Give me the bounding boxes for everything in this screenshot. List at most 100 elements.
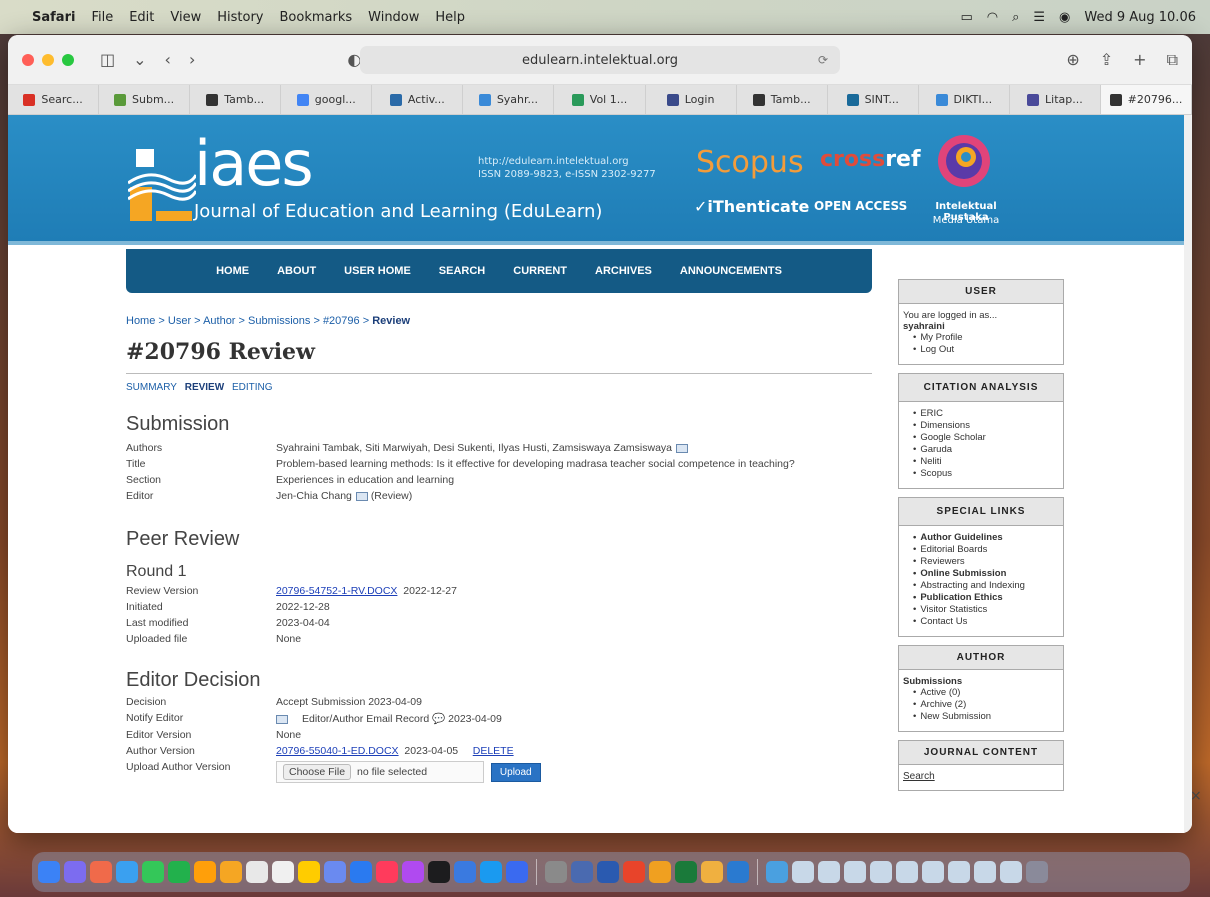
translate-reload-icon[interactable]: ⟳ <box>818 53 828 67</box>
citation-link-neliti[interactable]: Neliti <box>913 456 1059 468</box>
dock-app-icon[interactable] <box>649 861 671 883</box>
page-scrollbar[interactable] <box>1184 115 1192 833</box>
special-link-author-guidelines[interactable]: Author Guidelines <box>913 532 1059 544</box>
browser-tab[interactable]: googl... <box>281 85 373 114</box>
browser-tab[interactable]: Activ... <box>372 85 464 114</box>
dock-app-icon[interactable] <box>428 861 450 883</box>
dock-app-icon[interactable] <box>948 861 970 883</box>
share-icon[interactable]: ⇪ <box>1100 50 1113 70</box>
browser-tab[interactable]: Searc... <box>8 85 100 114</box>
file-input[interactable]: Choose File no file selected <box>276 761 484 783</box>
spotlight-icon[interactable]: ⌕ <box>1012 10 1019 25</box>
dock-app-icon[interactable] <box>922 861 944 883</box>
control-center-icon[interactable]: ☰ <box>1033 10 1045 25</box>
close-window-button[interactable] <box>22 53 34 66</box>
dock-app-icon[interactable] <box>38 861 60 883</box>
battery-icon[interactable]: ▭ <box>960 10 972 25</box>
menu-window[interactable]: Window <box>368 10 419 25</box>
email-editor-icon[interactable] <box>355 491 368 501</box>
special-link-reviewers[interactable]: Reviewers <box>913 556 1059 568</box>
menu-edit[interactable]: Edit <box>129 10 154 25</box>
special-link-contact-us[interactable]: Contact Us <box>913 616 1059 628</box>
subtab-review[interactable]: REVIEW <box>185 382 224 393</box>
special-link-abstracting[interactable]: Abstracting and Indexing <box>913 580 1059 592</box>
dock-app-icon[interactable] <box>727 861 749 883</box>
chevron-down-icon[interactable]: ⌄ <box>133 50 146 69</box>
breadcrumb-author[interactable]: Author <box>203 315 235 327</box>
dock-app-icon[interactable] <box>818 861 840 883</box>
new-tab-icon[interactable]: + <box>1133 50 1146 70</box>
special-link-visitor-statistics[interactable]: Visitor Statistics <box>913 604 1059 616</box>
dock-app-icon[interactable] <box>792 861 814 883</box>
tab-overview-icon[interactable]: ⧉ <box>1167 50 1178 70</box>
dock-app-icon[interactable] <box>766 861 788 883</box>
dock-app-icon[interactable] <box>324 861 346 883</box>
dock-app-icon[interactable] <box>974 861 996 883</box>
nav-home[interactable]: HOME <box>216 265 249 277</box>
wifi-icon[interactable]: ◠ <box>987 10 998 25</box>
menu-clock[interactable]: Wed 9 Aug 10.06 <box>1084 10 1196 25</box>
dock-app-icon[interactable] <box>454 861 476 883</box>
dock-app-icon[interactable] <box>220 861 242 883</box>
citation-link-google-scholar[interactable]: Google Scholar <box>913 432 1059 444</box>
zoom-window-button[interactable] <box>62 53 74 66</box>
browser-tab[interactable]: Litap... <box>1010 85 1101 114</box>
siri-icon[interactable]: ◉ <box>1059 10 1070 25</box>
breadcrumb-submissions[interactable]: Submissions <box>248 315 310 327</box>
menu-file[interactable]: File <box>91 10 113 25</box>
dock-app-icon[interactable] <box>116 861 138 883</box>
dock-app-icon[interactable] <box>168 861 190 883</box>
author-link-new-submission[interactable]: New Submission <box>913 711 1059 723</box>
dock-app-icon[interactable] <box>194 861 216 883</box>
log-out-link[interactable]: Log Out <box>913 344 1059 356</box>
my-profile-link[interactable]: My Profile <box>913 332 1059 344</box>
dock-app-icon[interactable] <box>272 861 294 883</box>
menu-history[interactable]: History <box>217 10 263 25</box>
subtab-summary[interactable]: SUMMARY <box>126 382 177 393</box>
journal-search-label[interactable]: Search <box>903 771 935 782</box>
menu-view[interactable]: View <box>170 10 201 25</box>
dock-app-icon[interactable] <box>1000 861 1022 883</box>
choose-file-button[interactable]: Choose File <box>283 764 352 780</box>
dock-app-icon[interactable] <box>376 861 398 883</box>
author-link-active[interactable]: Active (0) <box>913 687 1059 699</box>
citation-link-eric[interactable]: ERIC <box>913 408 1059 420</box>
subtab-editing[interactable]: EDITING <box>232 382 273 393</box>
browser-tab[interactable]: SINT... <box>828 85 919 114</box>
forward-icon[interactable]: › <box>189 50 195 69</box>
comment-icon[interactable]: 💬 <box>432 713 445 725</box>
breadcrumb-submission-id[interactable]: #20796 <box>323 315 360 327</box>
dock-app-icon[interactable] <box>623 861 645 883</box>
dock-app-icon[interactable] <box>571 861 593 883</box>
special-link-editorial-boards[interactable]: Editorial Boards <box>913 544 1059 556</box>
breadcrumb-user[interactable]: User <box>168 315 191 327</box>
dock-app-icon[interactable] <box>350 861 372 883</box>
author-link-archive[interactable]: Archive (2) <box>913 699 1059 711</box>
dock-app-icon[interactable] <box>506 861 528 883</box>
delete-link[interactable]: DELETE <box>473 745 514 757</box>
dock-app-icon[interactable] <box>675 861 697 883</box>
dock-app-icon[interactable] <box>90 861 112 883</box>
browser-tab[interactable]: Subm... <box>99 85 191 114</box>
dock-app-icon[interactable] <box>1026 861 1048 883</box>
minimize-window-button[interactable] <box>42 53 54 66</box>
menu-app-name[interactable]: Safari <box>32 10 75 25</box>
special-link-online-submission[interactable]: Online Submission <box>913 568 1059 580</box>
dock-app-icon[interactable] <box>246 861 268 883</box>
dock-app-icon[interactable] <box>402 861 424 883</box>
citation-link-scopus[interactable]: Scopus <box>913 468 1059 480</box>
dock-app-icon[interactable] <box>597 861 619 883</box>
dock-app-icon[interactable] <box>701 861 723 883</box>
nav-archives[interactable]: ARCHIVES <box>595 265 652 277</box>
browser-tab[interactable]: #20796... <box>1100 85 1192 114</box>
nav-search[interactable]: SEARCH <box>439 265 485 277</box>
nav-current[interactable]: CURRENT <box>513 265 567 277</box>
dock-app-icon[interactable] <box>480 861 502 883</box>
notify-editor-email-icon[interactable] <box>276 714 288 724</box>
nav-about[interactable]: ABOUT <box>277 265 316 277</box>
close-icon[interactable]: × <box>1190 788 1202 804</box>
browser-tab[interactable]: Login <box>646 85 737 114</box>
browser-tab[interactable]: DIKTI... <box>919 85 1010 114</box>
dock-app-icon[interactable] <box>298 861 320 883</box>
review-version-file-link[interactable]: 20796-54752-1-RV.DOCX <box>276 585 397 597</box>
